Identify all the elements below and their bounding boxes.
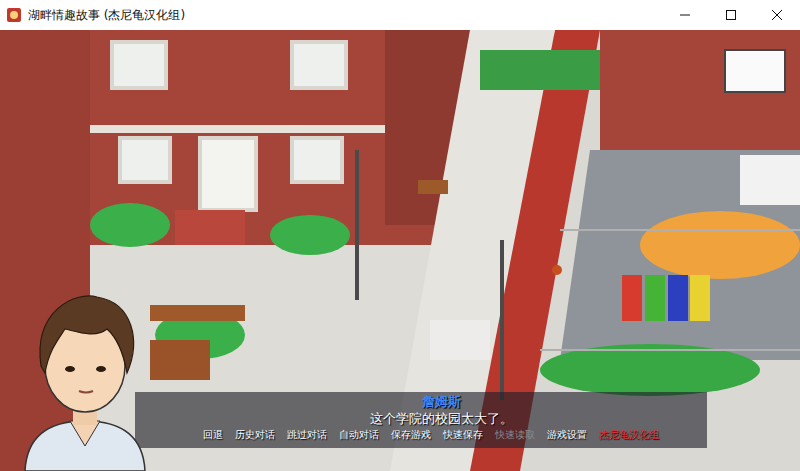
- maximize-button[interactable]: [708, 0, 754, 30]
- quick-menu-item[interactable]: 游戏设置: [547, 428, 587, 442]
- app-icon: [6, 7, 22, 23]
- close-icon: [772, 10, 782, 20]
- quick-menu-item[interactable]: 保存游戏: [391, 428, 431, 442]
- quick-menu-item[interactable]: 自动对话: [339, 428, 379, 442]
- maximize-icon: [726, 10, 736, 20]
- game-scene[interactable]: 詹姆斯 这个学院的校园太大了。 回退历史对话跳过对话自动对话保存游戏快速保存快速…: [0, 30, 800, 471]
- window-title: 湖畔情趣故事 (杰尼龟汉化组): [28, 7, 656, 24]
- quick-menu-item[interactable]: 跳过对话: [287, 428, 327, 442]
- game-window: 湖畔情趣故事 (杰尼龟汉化组) 詹姆斯 这个学院的校园太大了。 回退历史对话跳过…: [0, 0, 800, 471]
- close-button[interactable]: [754, 0, 800, 30]
- quick-menu-item[interactable]: 历史对话: [235, 428, 275, 442]
- minimize-button[interactable]: [662, 0, 708, 30]
- quick-menu-item[interactable]: 快速保存: [443, 428, 483, 442]
- dialogue-box[interactable]: 詹姆斯 这个学院的校园太大了。 回退历史对话跳过对话自动对话保存游戏快速保存快速…: [135, 392, 707, 448]
- dialogue-text: 这个学院的校园太大了。: [370, 410, 513, 428]
- speaker-name: 詹姆斯: [422, 394, 461, 410]
- minimize-icon: [680, 10, 690, 20]
- quick-menu: 回退历史对话跳过对话自动对话保存游戏快速保存快速读取游戏设置杰尼龟汉化组: [203, 428, 659, 442]
- window-controls: [662, 0, 800, 30]
- character-portrait: [15, 281, 155, 471]
- quick-menu-item: 快速读取: [495, 428, 535, 442]
- quick-menu-item[interactable]: 杰尼龟汉化组: [599, 428, 659, 442]
- quick-menu-item[interactable]: 回退: [203, 428, 223, 442]
- title-bar: 湖畔情趣故事 (杰尼龟汉化组): [0, 0, 800, 30]
